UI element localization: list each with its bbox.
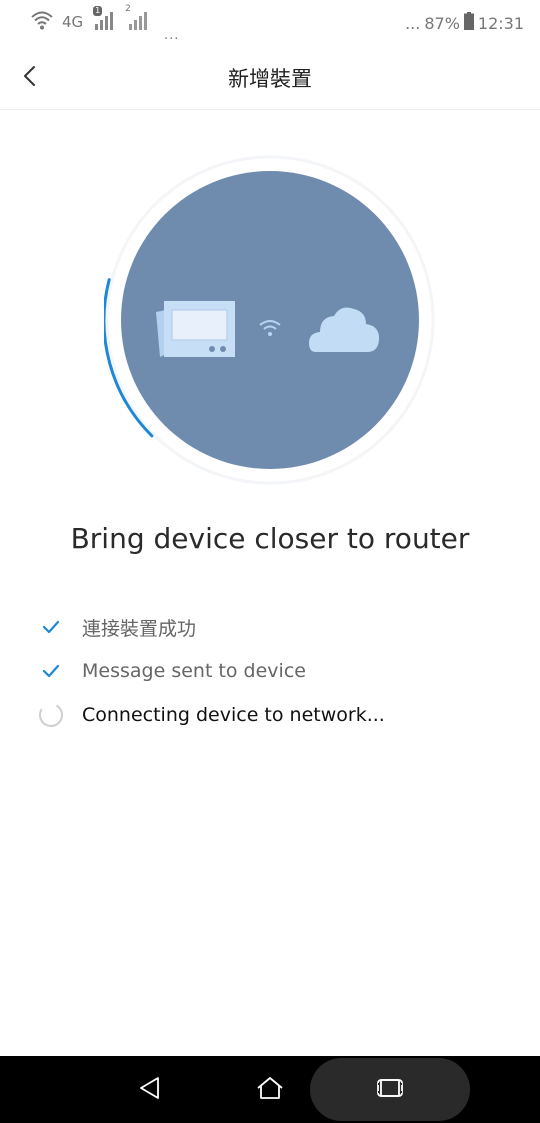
tablet-icon xyxy=(156,301,235,357)
signal-icon: 1 xyxy=(91,6,117,32)
step-connecting-network: Connecting device to network... xyxy=(36,693,516,737)
status-right: ... 87% 12:31 xyxy=(405,12,524,34)
app-header: 新增裝置 xyxy=(0,48,540,110)
step-connect-device: 連接裝置成功 xyxy=(36,605,516,649)
nav-recent-apps-button[interactable] xyxy=(310,1058,470,1121)
battery-icon xyxy=(463,12,474,34)
system-nav-bar xyxy=(0,1056,540,1123)
clock: 12:31 xyxy=(477,13,524,33)
step-label: 連接裝置成功 xyxy=(82,617,197,640)
back-triangle-icon xyxy=(137,1075,163,1105)
step-label: Message sent to device xyxy=(82,660,306,682)
check-icon xyxy=(36,612,66,642)
spinner-icon xyxy=(36,700,66,730)
nav-back-button[interactable] xyxy=(120,1056,180,1123)
check-icon xyxy=(36,656,66,686)
battery-percent: 87% xyxy=(424,13,460,33)
recent-apps-icon xyxy=(375,1076,405,1104)
notification-overflow: ... xyxy=(164,28,180,43)
nav-home-button[interactable] xyxy=(240,1056,300,1123)
battery-dots: ... xyxy=(405,13,421,33)
page-title: 新增裝置 xyxy=(228,67,312,91)
step-message-sent: Message sent to device xyxy=(36,649,516,693)
sim2-label: 2 xyxy=(125,4,131,14)
connection-illustration xyxy=(104,154,436,486)
status-left: 4G 1 2 xyxy=(30,4,151,36)
network-type: 4G xyxy=(62,13,84,31)
instruction-headline: Bring device closer to router xyxy=(70,522,470,555)
wifi-icon xyxy=(30,8,54,36)
home-icon xyxy=(255,1075,285,1105)
step-label: Connecting device to network... xyxy=(82,704,385,726)
signal-icon: 2 xyxy=(125,4,151,32)
sim1-badge: 1 xyxy=(93,6,103,16)
progress-steps: 連接裝置成功 Message sent to device Connecting… xyxy=(36,605,516,737)
status-bar: 4G 1 2 ... ... 87% 12:31 xyxy=(0,0,540,48)
